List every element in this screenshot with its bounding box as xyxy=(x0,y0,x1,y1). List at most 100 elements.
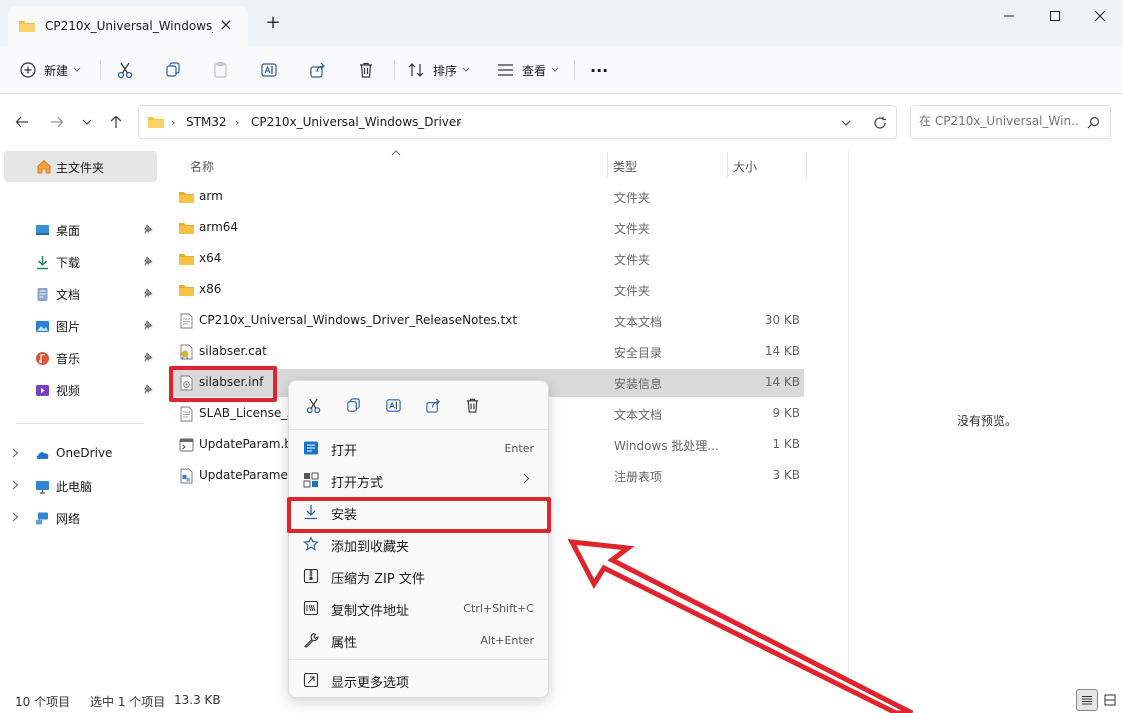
cloud-icon xyxy=(36,452,49,459)
sidebar-item-desktop[interactable]: 桌面 xyxy=(0,216,160,244)
context-cut-button[interactable] xyxy=(301,394,325,416)
recent-locations-button[interactable] xyxy=(77,112,97,132)
toolbar-divider xyxy=(100,60,101,80)
table-row[interactable]: x86 文件夹 xyxy=(170,276,804,304)
sidebar-item-onedrive[interactable]: OneDrive xyxy=(0,440,160,468)
context-share-button[interactable] xyxy=(421,394,445,416)
folder-icon xyxy=(148,117,164,128)
sidebar-item-home[interactable]: 主文件夹 xyxy=(4,151,157,182)
sidebar-item-network[interactable]: 网络 xyxy=(0,504,160,532)
search-icon[interactable] xyxy=(1087,116,1100,129)
file-type: 注册表项 xyxy=(614,470,663,484)
sidebar-item-label: 主文件夹 xyxy=(56,161,105,175)
close-window-button[interactable] xyxy=(1077,0,1123,32)
rename-icon xyxy=(261,63,277,77)
sidebar-item-videos[interactable]: 视频 xyxy=(0,376,160,404)
up-button[interactable] xyxy=(106,112,126,132)
column-header-name[interactable]: 名称 xyxy=(190,158,214,175)
chevron-right-icon[interactable] xyxy=(12,480,19,490)
chevron-right-icon xyxy=(523,473,530,484)
view-button[interactable]: 查看 xyxy=(497,54,559,86)
back-button[interactable] xyxy=(12,112,32,132)
rename-button[interactable] xyxy=(260,54,278,86)
table-row[interactable]: CP210x_Universal_Windows_Driver_ReleaseN… xyxy=(170,307,804,335)
pin-icon[interactable] xyxy=(143,384,153,394)
file-size: 14 KB xyxy=(764,375,800,389)
table-row[interactable]: arm64 文件夹 xyxy=(170,214,804,242)
table-row[interactable]: silabser.cat 安全目录 14 KB xyxy=(170,338,804,366)
chevron-down-icon xyxy=(73,67,81,72)
context-copy-button[interactable] xyxy=(341,394,365,416)
file-type: Windows 批处理... xyxy=(614,439,719,453)
details-view-button[interactable] xyxy=(1076,689,1098,711)
minimize-button[interactable] xyxy=(986,0,1032,32)
new-tab-button[interactable]: + xyxy=(262,12,284,34)
new-button[interactable]: 新建 xyxy=(20,54,81,86)
delete-button[interactable] xyxy=(357,54,375,86)
sort-button[interactable]: 排序 xyxy=(408,54,470,86)
menu-item-shortcut: Enter xyxy=(504,442,534,455)
sidebar-item-pictures[interactable]: 图片 xyxy=(0,312,160,340)
breadcrumb-cp210x[interactable]: CP210x_Universal_Windows_Driver xyxy=(251,115,461,129)
column-divider[interactable] xyxy=(727,152,728,178)
chevron-down-icon[interactable] xyxy=(841,120,851,127)
address-bar[interactable]: › STM32 › CP210x_Universal_Windows_Drive… xyxy=(138,105,897,139)
table-row[interactable]: x64 文件夹 xyxy=(170,245,804,273)
menu-item-open[interactable]: 打开 Enter xyxy=(293,433,544,463)
menu-item-copy-path[interactable]: 复制文件地址 Ctrl+Shift+C xyxy=(293,593,544,623)
chevron-right-icon[interactable] xyxy=(12,448,19,458)
tiles-view-button[interactable] xyxy=(1099,689,1121,711)
folder-icon xyxy=(179,285,194,296)
menu-item-open-with[interactable]: 打开方式 xyxy=(293,465,544,495)
file-size: 1 KB xyxy=(772,437,800,451)
folder-icon xyxy=(179,223,194,234)
file-type: 文件夹 xyxy=(614,191,651,205)
maximize-button[interactable] xyxy=(1032,0,1078,32)
pin-icon[interactable] xyxy=(143,352,153,362)
preview-pane: 没有预览。 xyxy=(848,150,1123,686)
tab-cp210x[interactable]: CP210x_Universal_Windows_D × xyxy=(8,6,248,46)
sidebar-item-downloads[interactable]: 下载 xyxy=(0,248,160,276)
refresh-icon[interactable] xyxy=(873,116,887,130)
search-box[interactable] xyxy=(910,105,1111,139)
menu-item-add-to-favorites[interactable]: 添加到收藏夹 xyxy=(293,529,544,559)
column-header-size[interactable]: 大小 xyxy=(733,158,757,175)
cut-button[interactable] xyxy=(116,54,134,86)
pin-icon[interactable] xyxy=(143,288,153,298)
sidebar-item-music[interactable]: 音乐 xyxy=(0,344,160,372)
chevron-down-icon xyxy=(82,119,92,125)
copy-icon xyxy=(166,62,180,77)
chevron-right-icon[interactable] xyxy=(12,512,19,522)
menu-item-properties[interactable]: 属性 Alt+Enter xyxy=(293,625,544,655)
copy-button[interactable] xyxy=(164,54,182,86)
share-button[interactable] xyxy=(309,54,327,86)
breadcrumb-separator: › xyxy=(457,116,462,129)
forward-button[interactable] xyxy=(47,112,67,132)
pin-icon[interactable] xyxy=(143,224,153,234)
sort-label: 排序 xyxy=(433,63,458,78)
sidebar-item-this-pc[interactable]: 此电脑 xyxy=(0,472,160,500)
menu-item-show-more-options[interactable]: 显示更多选项 xyxy=(293,665,544,695)
more-options-button[interactable]: ··· xyxy=(590,54,608,86)
table-row[interactable]: arm 文件夹 xyxy=(170,183,804,211)
batch-file-icon xyxy=(179,438,194,452)
column-divider[interactable] xyxy=(806,152,807,178)
column-divider[interactable] xyxy=(607,152,608,178)
star-icon xyxy=(303,536,319,551)
sidebar-item-label: 图片 xyxy=(56,320,81,334)
sidebar-item-documents[interactable]: 文档 xyxy=(0,280,160,308)
sidebar-item-label: 下载 xyxy=(56,256,81,270)
pin-icon[interactable] xyxy=(143,256,153,266)
title-bar: CP210x_Universal_Windows_D × + xyxy=(0,0,1123,46)
context-rename-button[interactable] xyxy=(381,394,405,416)
paste-button[interactable] xyxy=(212,54,230,86)
context-delete-button[interactable] xyxy=(460,394,484,416)
close-tab-button[interactable]: × xyxy=(218,17,234,33)
column-header-type[interactable]: 类型 xyxy=(613,158,637,175)
pin-icon[interactable] xyxy=(143,320,153,330)
breadcrumb-stm32[interactable]: STM32 xyxy=(186,115,227,129)
menu-item-compress-zip[interactable]: 压缩为 ZIP 文件 xyxy=(293,561,544,591)
search-input[interactable] xyxy=(919,114,1079,128)
file-size: 30 KB xyxy=(764,313,800,327)
selection-size: 13.3 KB xyxy=(174,693,221,707)
